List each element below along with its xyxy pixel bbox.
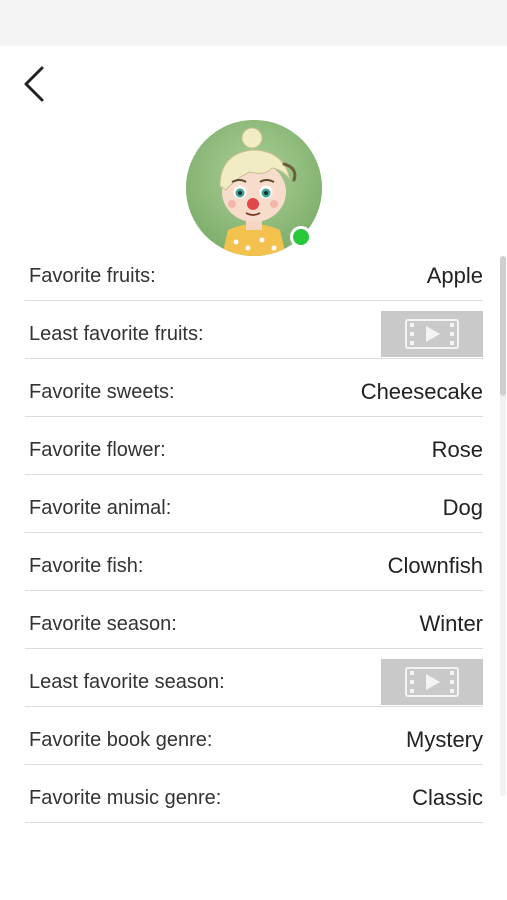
list-item: Favorite flower: Rose [25,417,483,475]
list-item: Favorite season: Winter [25,591,483,649]
row-label: Favorite fish: [29,555,144,577]
film-play-icon [405,666,459,697]
row-value: Mystery [406,726,483,752]
row-label: Favorite flower: [29,439,166,461]
scrollbar-thumb[interactable] [500,256,506,396]
row-label: Favorite animal: [29,497,172,519]
row-label: Favorite season: [29,613,177,635]
list-item: Least favorite season: [25,649,483,707]
list-item: Least favorite fruits: [25,301,483,359]
back-button[interactable] [18,62,54,106]
row-value: Cheesecake [360,378,483,404]
preferences-list: Favorite fruits: Apple Least favorite frui… [25,243,483,823]
row-label: Favorite fruits: [29,265,156,287]
row-label: Favorite sweets: [29,381,175,403]
list-item: Favorite fish: Clownfish [25,533,483,591]
row-value: Classic [412,784,483,810]
row-label: Favorite book genre: [29,729,213,751]
chevron-left-icon [24,66,44,102]
watch-video-button[interactable] [381,658,483,705]
row-label: Favorite music genre: [29,787,222,809]
film-play-icon [405,318,459,349]
watch-video-button[interactable] [381,310,483,357]
row-value: Winter [419,610,483,636]
row-value: Apple [426,262,483,288]
row-label: Least favorite season: [29,671,225,693]
list-item: Favorite fruits: Apple [25,243,483,301]
row-label: Least favorite fruits: [29,323,204,345]
avatar-container [186,120,322,256]
row-value: Rose [431,436,483,462]
scrollbar[interactable] [500,256,506,796]
list-item: Favorite book genre: Mystery [25,707,483,765]
list-item: Favorite sweets: Cheesecake [25,359,483,417]
list-item: Favorite music genre: Classic [25,765,483,823]
status-bar [0,0,507,46]
list-item: Favorite animal: Dog [25,475,483,533]
row-value: Dog [442,494,483,520]
row-value: Clownfish [387,552,483,578]
